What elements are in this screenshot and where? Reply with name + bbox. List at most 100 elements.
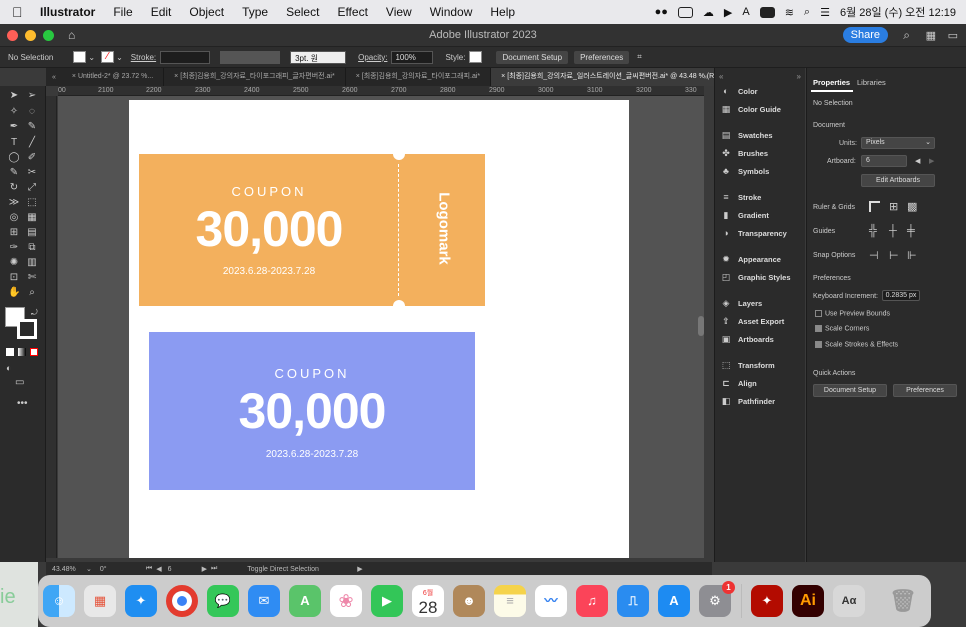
tabs-overflow-icon[interactable]: « [46,74,62,81]
panel-asset-export[interactable]: ⇪ Asset Export [721,316,784,326]
edit-artboards-button[interactable]: Edit Artboards [861,174,935,187]
scale-strokes-checkbox[interactable]: Scale Strokes & Effects [815,341,898,348]
menu-object[interactable]: Object [189,5,224,19]
stroke-color-box[interactable] [17,319,37,339]
apple-icon[interactable]:  [12,4,26,20]
menu-type[interactable]: Type [242,5,268,19]
ellipse-tool-icon[interactable]: ◯ [8,152,20,164]
panel-transparency[interactable]: ◑ Transparency [721,228,787,238]
free-transform-icon[interactable]: ⬚ [26,197,38,209]
trash-icon[interactable]: 🗑 [887,585,919,617]
calendar-icon[interactable]: 6월 28 [412,585,444,617]
tab-typography[interactable]: × [최종]김용희_강의자료_타이포그래피.ai* [346,68,492,86]
panel-symbols[interactable]: ♣ Symbols [721,166,769,176]
prev-artboard-icon[interactable]: ◀ [915,157,920,165]
menu-view[interactable]: View [386,5,412,19]
direct-selection-tool-icon[interactable]: ➢ [26,90,38,102]
variable-width-field[interactable] [220,50,281,64]
gradient-mode-icon[interactable] [18,348,26,356]
use-preview-bounds-checkbox[interactable]: Use Preview Bounds [815,310,890,317]
mail-icon[interactable]: ✉ [248,585,280,617]
status-menu-icon[interactable]: ▶ [357,565,362,573]
coupon-blue[interactable]: COUPON 30,000 2023.6.28-2023.7.28 [144,332,480,490]
type-tool-icon[interactable]: T [8,137,20,149]
smart-guides-icon[interactable]: ┼ [889,225,897,237]
zoom-tool-icon[interactable]: ⌕ [26,287,38,299]
maps-icon[interactable]: A [289,585,321,617]
scale-tool-icon[interactable]: ⤢ [26,182,38,194]
artboard-select[interactable]: 6 [861,155,907,167]
panel-color[interactable]: ◐ Color [721,86,757,96]
record-icon[interactable]: ●● [655,6,668,18]
panel-gradient[interactable]: ▮ Gradient [721,210,769,220]
share-button[interactable]: Share [842,27,888,43]
preferences-button[interactable]: Preferences [893,384,957,397]
search-icon[interactable]: ⌕ [804,6,810,19]
last-artboard-icon[interactable]: ⏭ [211,565,217,573]
rotation-angle[interactable]: 0° [100,566,140,573]
stroke-weight-field[interactable] [160,50,211,64]
first-artboard-icon[interactable]: ⏮ [146,565,152,573]
screen-icon[interactable] [677,6,693,18]
collapse-panels-icon[interactable]: « [719,72,723,81]
coupon-orange[interactable]: COUPON 30,000 2023.6.28-2023.7.28 Logoma… [139,148,485,312]
freeform-icon[interactable]: 〰 [535,585,567,617]
facetime-icon[interactable]: ▶ [371,585,403,617]
system-settings-icon[interactable]: ⚙ 1 [699,581,735,617]
panel-swatches[interactable]: ▤ Swatches [721,130,773,140]
launchpad-icon[interactable]: ▦ [84,585,116,617]
notes-icon[interactable]: ≡ [494,585,526,617]
lasso-icon[interactable]: ◌ [26,106,38,118]
units-select[interactable]: Pixels ⌄ [861,137,935,149]
preferences-button[interactable]: Preferences [574,50,630,64]
graph-tool-icon[interactable]: ▥ [26,257,38,269]
pen-tool-icon[interactable]: ✒ [8,121,20,133]
style-swatch[interactable] [469,51,483,63]
panel-transform[interactable]: ⬚ Transform [721,360,775,370]
brush-field[interactable]: 3pt. 원 [290,50,347,64]
artboard-number[interactable]: 6 [168,566,198,573]
transparency-grid-icon[interactable]: ▩ [907,200,917,213]
arrange-icon[interactable]: ⌗ [637,52,642,62]
screen-mode-icon[interactable]: ▭ [15,377,24,388]
width-tool-icon[interactable]: ≫ [8,197,20,209]
prev-artboard-icon[interactable]: ◀ [156,565,161,573]
rotate-tool-icon[interactable]: ↻ [8,182,20,194]
tabs-more-icon[interactable]: » [704,74,708,81]
next-artboard-icon[interactable]: ▶ [929,157,934,165]
gradient-tool-icon[interactable]: ▤ [26,227,38,239]
panel-graphic-styles[interactable]: ◰ Graphic Styles [721,272,791,282]
scissors-icon[interactable]: ✂ [26,167,38,179]
menu-select[interactable]: Select [286,5,319,19]
canvas[interactable]: COUPON 30,000 2023.6.28-2023.7.28 Logoma… [58,96,704,558]
scale-corners-checkbox[interactable]: Scale Corners [815,325,869,332]
panel-appearance[interactable]: ✹ Appearance [721,254,781,264]
battery-icon[interactable] [759,6,775,18]
menu-effect[interactable]: Effect [337,5,367,19]
color-mode-icon[interactable] [6,348,14,356]
hand-tool-icon[interactable]: ✋ [8,287,20,299]
arrange-documents-icon[interactable]: ▦ [926,29,936,42]
finder-icon[interactable]: ☺ [43,585,75,617]
opacity-field[interactable]: 100% [391,50,434,64]
magic-wand-icon[interactable]: ✧ [8,106,20,118]
search-icon[interactable]: ⌕ [903,28,910,43]
brush-tool-icon[interactable]: ✐ [26,152,38,164]
snap-point-icon[interactable]: ⊣ [869,249,879,262]
acrobat-icon[interactable]: ✦ [751,585,783,617]
menu-edit[interactable]: Edit [151,5,172,19]
snap-pixel-icon[interactable]: ⊢ [889,249,899,262]
selection-tool-icon[interactable]: ➤ [8,90,20,102]
horizontal-ruler[interactable]: 00 2100 2200 2300 2400 2500 2600 2700 28… [58,86,704,96]
tab-properties[interactable]: Properties [813,78,850,87]
panel-align[interactable]: ⊏ Align [721,378,757,388]
panel-artboards[interactable]: ▣ Artboards [721,334,774,344]
curvature-icon[interactable]: ✎ [26,121,38,133]
panel-brushes[interactable]: ✤ Brushes [721,148,768,158]
play-icon[interactable]: ▶ [724,6,732,19]
control-center-icon[interactable]: ☰ [820,6,830,19]
safari-icon[interactable]: ✦ [125,585,157,617]
shape-builder-icon[interactable]: ◎ [8,212,20,224]
vertical-ruler[interactable] [46,96,57,558]
contacts-icon[interactable]: ☻ [453,585,485,617]
